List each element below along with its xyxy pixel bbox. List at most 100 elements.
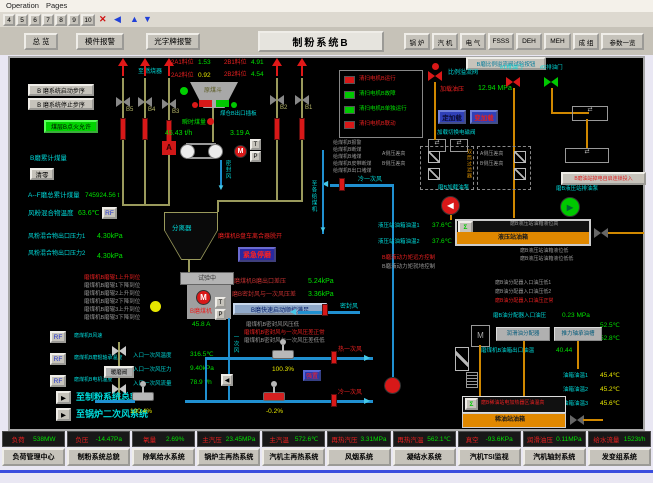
- fixed-load-button[interactable]: 定加载: [438, 110, 466, 124]
- tank-drain-valve-icon[interactable]: [594, 228, 608, 238]
- pa-inlet-valve-icon[interactable]: [112, 346, 126, 356]
- seal-air-label: 密封风: [340, 304, 358, 310]
- page-button-6[interactable]: 6: [29, 14, 41, 26]
- coal-gate-valve-icon[interactable]: [120, 118, 126, 140]
- coal-gate-valve-icon[interactable]: [274, 118, 280, 140]
- purge-run-indicator: [344, 76, 355, 84]
- mill-motor-icon[interactable]: M: [196, 290, 211, 305]
- fan-select-button[interactable]: ◀: [221, 374, 233, 386]
- warm-mill-box[interactable]: 暖磨阀: [104, 366, 134, 378]
- tab-group[interactable]: 成 组: [573, 33, 599, 50]
- nav-generator[interactable]: 发变组系统: [588, 448, 651, 466]
- prop-valve-top-icon: [432, 63, 439, 70]
- menu-pages[interactable]: Pages: [46, 2, 67, 10]
- valve-label-b3: B3: [172, 109, 179, 115]
- bypass2-valve-icon[interactable]: [544, 77, 558, 87]
- clear-button[interactable]: 清零: [30, 168, 54, 180]
- seal-air-fan-icon[interactable]: [384, 377, 401, 394]
- lube-heater-alarm-label: 磨B稀油站电加热器区油温高: [481, 401, 544, 406]
- nav-turbine-reheat[interactable]: 汽机主再热系统: [262, 448, 325, 466]
- mill-seal-dp-value: 3.36kPa: [308, 291, 334, 298]
- cold-pa-valve-icon[interactable]: [339, 178, 345, 191]
- rf-bearing-temp-button[interactable]: RF: [50, 353, 66, 365]
- solenoid-block-icon[interactable]: ⇄: [572, 106, 608, 121]
- tab-lamp-alarm[interactable]: 光字牌报警: [146, 33, 200, 50]
- seal-air-valve-icon[interactable]: [322, 304, 328, 316]
- prop-relief-valve-icon[interactable]: [428, 71, 442, 81]
- feeder-trend-button[interactable]: T: [250, 139, 261, 150]
- feeder-alarm: 给煤机B皮带断煤: [333, 162, 371, 167]
- page-button-5[interactable]: 5: [16, 14, 28, 26]
- page-button-7[interactable]: 7: [42, 14, 54, 26]
- bunker-outlet-valve-icon[interactable]: [207, 118, 214, 125]
- nav-air-flue[interactable]: 风烟系统: [327, 448, 390, 466]
- mix-damper-icon[interactable]: [263, 392, 285, 401]
- ignition-permit-button[interactable]: 煤层B点火允许: [44, 120, 98, 133]
- feeder-motor-icon[interactable]: M: [234, 145, 247, 158]
- status-vacuum: 真空-93.6KPa: [458, 431, 521, 447]
- tab-parameters[interactable]: 参数一览: [601, 33, 644, 50]
- burner-valve-icon[interactable]: [295, 95, 309, 105]
- up-arrow-icon[interactable]: ▲: [130, 15, 139, 24]
- tab-deh[interactable]: DEH: [516, 33, 542, 50]
- hot-pa-valve-icon[interactable]: [331, 351, 337, 364]
- page-button-10[interactable]: 10: [81, 14, 95, 26]
- feeder-flow-label: 瞬时煤量: [182, 120, 206, 126]
- down-arrow-icon[interactable]: ▼: [143, 15, 152, 24]
- cold-pa-damper-icon[interactable]: [132, 392, 154, 401]
- mill-point-button[interactable]: P: [215, 309, 226, 320]
- lube-heater-icon[interactable]: Σ: [465, 398, 478, 410]
- rf-motor-temp-button[interactable]: RF: [50, 375, 66, 387]
- bypass1-valve-icon[interactable]: [506, 77, 520, 87]
- feeder-point-button[interactable]: P: [250, 151, 261, 162]
- close-icon[interactable]: ✕: [99, 15, 107, 24]
- goto-icon[interactable]: ▶: [56, 408, 71, 421]
- nav-boiler-reheat[interactable]: 锅炉主再热系统: [197, 448, 260, 466]
- rf-mix-temp-button[interactable]: RF: [102, 207, 117, 219]
- tab-module-alarm[interactable]: 模件报警: [76, 33, 124, 50]
- tab-overview[interactable]: 总 览: [24, 33, 58, 50]
- page-button-4[interactable]: 4: [3, 14, 15, 26]
- mill-stop-seq-button[interactable]: B 磨系统停止步序: [28, 98, 94, 110]
- solenoid-block-icon[interactable]: ⇄: [565, 148, 609, 163]
- back-arrow-icon[interactable]: ◀: [114, 15, 121, 24]
- coal-gate-valve-icon[interactable]: [299, 118, 305, 140]
- burner-valve-icon[interactable]: [162, 99, 176, 109]
- bypass2-label: #2排油门: [540, 66, 563, 72]
- cold-pa-valve-icon[interactable]: [331, 394, 337, 407]
- force-button[interactable]: 强置: [303, 370, 321, 381]
- rf-speed-button[interactable]: RF: [50, 331, 66, 343]
- tab-electric[interactable]: 电 气: [460, 33, 486, 50]
- valve-label-b2: B2: [280, 105, 287, 111]
- tab-meh[interactable]: MEH: [544, 33, 571, 50]
- nav-load-mgmt[interactable]: 负荷管理中心: [2, 448, 65, 466]
- tab-boiler[interactable]: 锅 炉: [404, 33, 430, 50]
- menu-operation[interactable]: Operation: [6, 2, 39, 10]
- power-loss-interlock-button[interactable]: B磨油站掉电自启连锁投入: [561, 172, 646, 185]
- cold-damper-position: 100.4%: [130, 409, 152, 416]
- load-pump-icon[interactable]: ◀: [441, 196, 460, 215]
- page-button-8[interactable]: 8: [55, 14, 67, 26]
- lube-outlet-temp-value: 40.44: [556, 348, 572, 355]
- tab-fsss[interactable]: FSSS: [488, 33, 514, 50]
- hot-pa-damper-icon[interactable]: [272, 350, 294, 359]
- variable-load-button[interactable]: 变加载: [470, 110, 498, 124]
- nav-gland-seal[interactable]: 汽机轴封系统: [523, 448, 586, 466]
- lube-tank-valve-icon[interactable]: [570, 415, 584, 425]
- mill-trend-button[interactable]: T: [215, 297, 226, 308]
- nav-pulverizer-overview[interactable]: 制粉系统总貌: [67, 448, 130, 466]
- mill-start-seq-button[interactable]: B 磨系统启动步序: [28, 84, 94, 96]
- coal-gate-valve-icon[interactable]: [142, 118, 148, 140]
- nav-turbine-tsi[interactable]: 汽机TSI监视: [458, 448, 521, 466]
- nav-deaerator-feedwater[interactable]: 除氧给水系统: [132, 448, 195, 466]
- tab-turbine[interactable]: 汽 机: [432, 33, 458, 50]
- lube-tank-temp1-value: 45.4℃: [600, 373, 620, 380]
- nav-condensate[interactable]: 凝结水系统: [393, 448, 456, 466]
- burner-valve-icon[interactable]: [270, 95, 284, 105]
- emergency-stop-button[interactable]: 紧急停磨: [238, 247, 276, 262]
- page-button-9[interactable]: 9: [68, 14, 80, 26]
- drain-pump-icon[interactable]: ▶: [560, 197, 580, 217]
- goto-icon[interactable]: ▶: [56, 391, 71, 404]
- burner-valve-icon[interactable]: [116, 97, 130, 107]
- burner-valve-icon[interactable]: [138, 97, 152, 107]
